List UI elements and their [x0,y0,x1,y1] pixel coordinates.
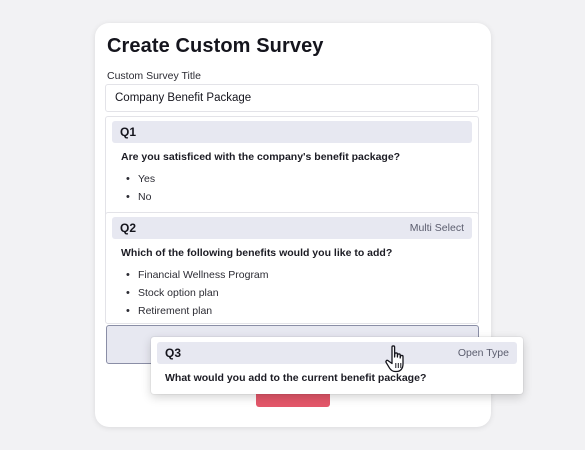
option-list: • Yes • No [126,170,478,206]
question-header: Q3 Open Type [157,342,517,364]
question-number: Q3 [165,346,182,360]
bullet-icon: • [126,173,130,185]
option-item: • Financial Wellness Program [126,266,478,284]
question-number: Q1 [120,125,137,139]
question-text: What would you add to the current benefi… [165,372,427,384]
hand-pointer-icon [385,345,404,373]
bullet-icon: • [126,191,130,203]
option-item: • Stock option plan [126,284,478,302]
question-card-q3-dragging[interactable]: Q3 Open Type What would you add to the c… [151,337,523,394]
question-text: Are you satisficed with the company's be… [121,151,401,163]
option-item: • Yes [126,170,478,188]
survey-title-input[interactable]: Company Benefit Package [105,84,479,112]
option-label: Financial Wellness Program [138,269,269,281]
page-title: Create Custom Survey [107,35,324,57]
bullet-icon: • [126,287,130,299]
option-label: Stock option plan [138,287,219,299]
bullet-icon: • [126,269,130,281]
question-text: Which of the following benefits would yo… [121,247,393,259]
question-type: Multi Select [409,222,464,234]
question-number: Q2 [120,221,137,235]
option-label: Retirement plan [138,305,213,317]
question-type: Open Type [457,347,509,359]
survey-title-label: Custom Survey Title [107,70,201,82]
question-header: Q1 [112,121,472,143]
bullet-icon: • [126,305,130,317]
option-label: Yes [138,173,156,185]
option-item: • Retirement plan [126,302,478,320]
option-list: • Financial Wellness Program • Stock opt… [126,266,478,320]
option-label: No [138,191,152,203]
question-header: Q2 Multi Select [112,217,472,239]
question-card-q2[interactable]: Q2 Multi Select Which of the following b… [105,212,479,324]
option-item: • No [126,188,478,206]
